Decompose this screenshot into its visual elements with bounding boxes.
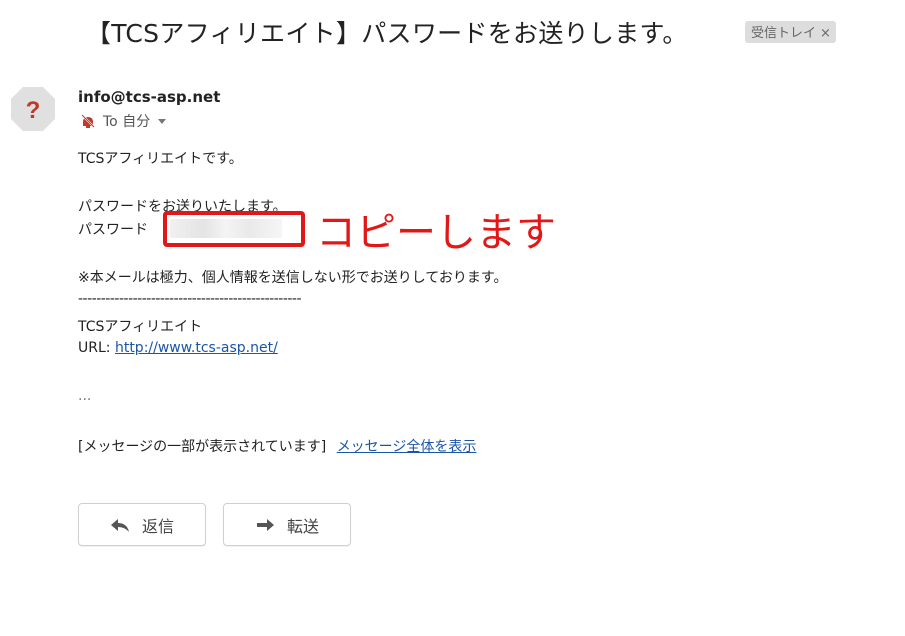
trimmed-content-ellipsis[interactable]: ...: [78, 388, 91, 404]
clipped-message-row: [メッセージの一部が表示されています] メッセージ全体を表示: [78, 436, 476, 456]
forward-arrow-icon: [256, 518, 274, 531]
signature-name: TCSアフィリエイト: [78, 319, 203, 335]
email-subject: 【TCSアフィリエイト】パスワードをお送りします。: [86, 19, 688, 48]
body-separator: ----------------------------------------…: [78, 291, 302, 307]
clipped-message-notice: [メッセージの一部が表示されています]: [78, 439, 327, 455]
signature-url-link[interactable]: http://www.tcs-asp.net/: [115, 340, 278, 356]
password-highlight-box: [163, 211, 305, 247]
reply-button[interactable]: 返信: [78, 503, 206, 546]
signature-url-row: URL: http://www.tcs-asp.net/: [78, 340, 278, 356]
forward-label: 転送: [286, 516, 319, 536]
copy-annotation: コピーします: [316, 210, 556, 256]
remove-label-icon[interactable]: ×: [820, 26, 831, 41]
reply-arrow-icon: [110, 518, 129, 532]
mute-icon: [81, 114, 95, 128]
password-label: パスワード: [78, 222, 148, 238]
url-label: URL:: [78, 340, 111, 356]
svg-text:?: ?: [26, 97, 41, 124]
show-full-message-link[interactable]: メッセージ全体を表示: [337, 439, 477, 455]
inbox-label-text: 受信トレイ: [751, 26, 817, 41]
recipient-details[interactable]: To 自分: [80, 111, 167, 131]
chevron-down-icon[interactable]: [158, 118, 167, 124]
body-greeting: TCSアフィリエイトです。: [78, 151, 243, 167]
inbox-label-chip[interactable]: 受信トレイ ×: [745, 21, 836, 43]
reply-label: 返信: [141, 516, 174, 536]
body-notice: ※本メールは極力、個人情報を送信しない形でお送りしております。: [78, 270, 508, 286]
unknown-sender-question-icon: ?: [11, 87, 55, 131]
forward-button[interactable]: 転送: [223, 503, 351, 546]
recipient-label: To 自分: [103, 114, 151, 130]
sender-address[interactable]: info@tcs-asp.net: [78, 88, 220, 106]
